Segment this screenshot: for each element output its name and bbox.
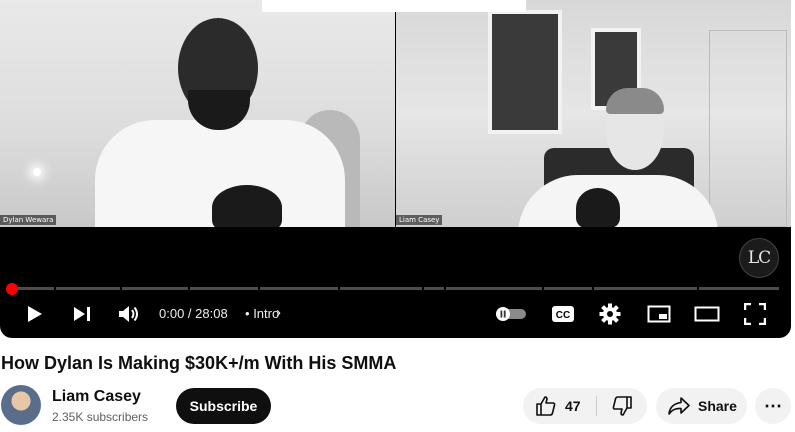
channel-avatar[interactable] — [1, 385, 41, 425]
candle-light — [33, 168, 41, 176]
next-button[interactable] — [70, 303, 94, 325]
chapter-marker — [120, 287, 122, 290]
chapter-marker — [697, 287, 699, 290]
next-icon — [74, 307, 90, 321]
chapter-marker — [54, 287, 56, 290]
miniplayer-button[interactable] — [646, 304, 672, 324]
chapter-bullet: • — [245, 306, 250, 321]
door — [709, 30, 787, 227]
microphone — [212, 185, 282, 227]
wall-poster-car — [488, 10, 562, 134]
video-title: How Dylan Is Making $30K+/m With His SMM… — [1, 353, 397, 373]
time-total: 28:08 — [195, 306, 228, 321]
subscribe-button[interactable]: Subscribe — [176, 388, 271, 424]
time-current: 0:00 — [159, 306, 185, 321]
theater-mode-button[interactable] — [693, 304, 721, 324]
svg-text:CC: CC — [556, 310, 570, 321]
subscriber-count: 2.35K subscribers — [52, 410, 149, 424]
like-button[interactable]: 47 — [523, 388, 595, 424]
participant-name-left: Dylan Wewara — [0, 215, 57, 225]
miniplayer-icon — [647, 305, 671, 323]
participant-name-right: Liam Casey — [396, 215, 443, 225]
fullscreen-icon — [744, 303, 766, 325]
top-overlay-bar — [262, 0, 526, 12]
chapter-button[interactable]: • Intro — [245, 306, 279, 321]
autoplay-toggle[interactable] — [494, 305, 528, 323]
hair — [606, 88, 664, 114]
settings-icon — [599, 303, 621, 325]
cc-icon: CC — [552, 306, 574, 322]
channel-watermark-logo[interactable]: LC — [739, 238, 779, 278]
video-player[interactable]: Dylan Wewara Liam Casey LC 0:00 / 28:08 … — [0, 0, 791, 338]
time-separator: / — [184, 306, 196, 321]
like-dislike-group: 47 — [523, 388, 647, 424]
microphone — [576, 188, 620, 227]
autoplay-toggle-icon — [496, 307, 526, 321]
share-icon — [668, 397, 690, 415]
chapter-marker — [338, 287, 340, 290]
video-feed-right: Liam Casey — [396, 0, 791, 227]
time-display: 0:00 / 28:08 — [159, 306, 228, 321]
thumbs-down-icon — [612, 396, 632, 416]
chapter-marker — [444, 287, 446, 290]
channel-name[interactable]: Liam Casey — [52, 388, 141, 406]
progress-bar[interactable] — [12, 287, 779, 290]
fullscreen-button[interactable] — [743, 302, 767, 326]
video-feed-left: Dylan Wewara — [0, 0, 395, 227]
chapter-marker — [422, 287, 424, 290]
chapter-marker — [592, 287, 594, 290]
play-button[interactable] — [22, 303, 48, 325]
play-icon — [28, 306, 42, 322]
settings-button[interactable] — [598, 302, 622, 326]
more-horizontal-icon: ⋯ — [764, 395, 782, 416]
mute-button[interactable] — [117, 303, 141, 325]
captions-button[interactable]: CC — [551, 304, 575, 324]
share-button[interactable]: Share — [656, 388, 747, 424]
progress-scrubber[interactable] — [6, 283, 18, 295]
chapter-marker — [188, 287, 190, 290]
chapter-marker — [542, 287, 544, 290]
share-label: Share — [698, 398, 737, 414]
more-actions-button[interactable]: ⋯ — [755, 388, 791, 424]
volume-icon — [119, 306, 138, 322]
like-count: 47 — [565, 398, 581, 414]
chapter-marker — [258, 287, 260, 290]
chevron-right-icon[interactable]: › — [276, 304, 281, 321]
thumbs-up-icon — [536, 396, 556, 416]
theater-icon — [694, 306, 720, 322]
dislike-button[interactable] — [597, 388, 647, 424]
